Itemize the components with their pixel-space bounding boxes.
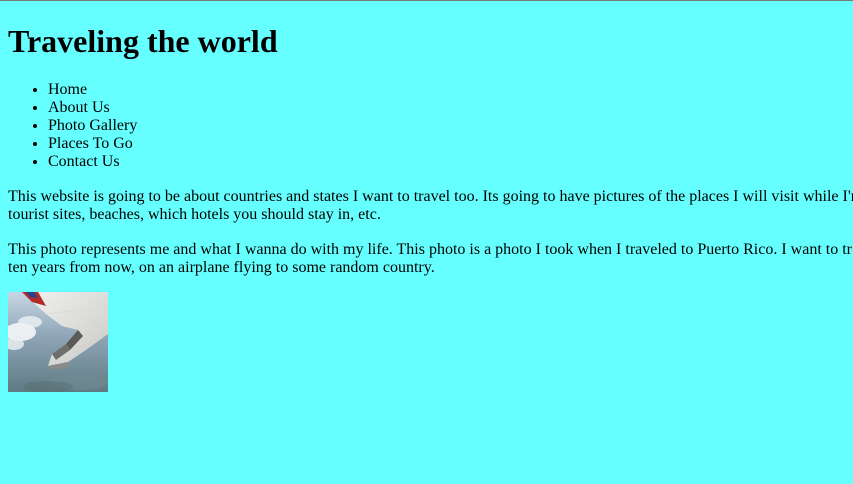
nav-list: Home About Us Photo Gallery Places To Go… bbox=[8, 81, 137, 171]
nav-item-about-us[interactable]: About Us bbox=[48, 99, 137, 117]
nav-item-photo-gallery[interactable]: Photo Gallery bbox=[48, 117, 137, 135]
page: Traveling the world Home About Us Photo … bbox=[0, 0, 853, 484]
nav-item-contact-us[interactable]: Contact Us bbox=[48, 153, 137, 171]
intro-paragraph-line-2: tourist sites, beaches, which hotels you… bbox=[8, 206, 381, 223]
page-title: Traveling the world bbox=[8, 23, 278, 59]
photo-description-line-2: ten years from now, on an airplane flyin… bbox=[8, 259, 435, 276]
intro-paragraph: This website is going to be about countr… bbox=[8, 188, 853, 224]
nav-item-home[interactable]: Home bbox=[48, 81, 137, 99]
airplane-wing-photo bbox=[8, 292, 108, 392]
photo-description-paragraph: This photo represents me and what I wann… bbox=[8, 241, 852, 277]
intro-paragraph-line-1: This website is going to be about countr… bbox=[8, 188, 853, 205]
photo-description-line-1: This photo represents me and what I wann… bbox=[8, 241, 852, 258]
nav-item-places-to-go[interactable]: Places To Go bbox=[48, 135, 137, 153]
